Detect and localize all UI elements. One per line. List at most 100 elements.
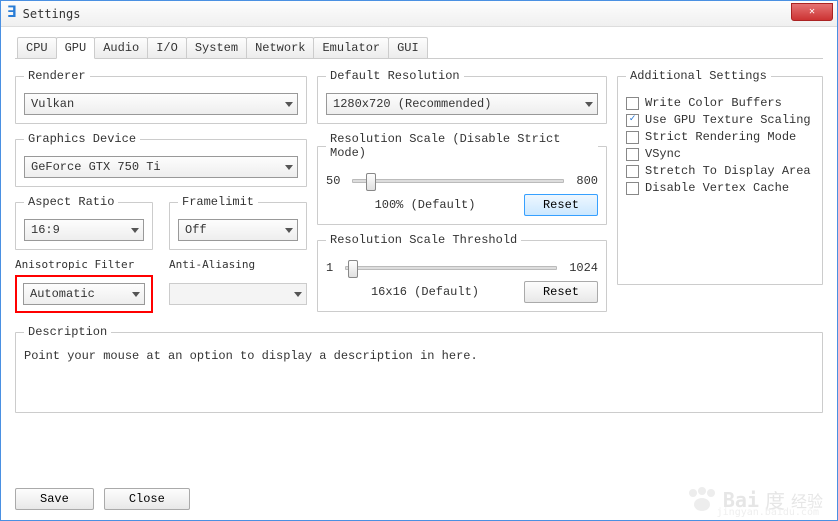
checkbox-icon xyxy=(626,165,639,178)
watermark: Bai 度 经验 jingyan.baidu.com xyxy=(687,485,823,514)
chevron-down-icon xyxy=(285,102,293,107)
aspect-ratio-value: 16:9 xyxy=(31,223,60,237)
tab-gui[interactable]: GUI xyxy=(388,37,428,58)
chk-label: Stretch To Display Area xyxy=(645,164,811,178)
aniso-value: Automatic xyxy=(30,287,95,301)
left-column: Renderer Vulkan Graphics Device GeForce … xyxy=(15,69,307,313)
window-title: Settings xyxy=(23,7,81,21)
description-label: Description xyxy=(24,325,111,339)
res-thresh-max: 1024 xyxy=(569,261,598,275)
res-thresh-slider[interactable] xyxy=(345,266,557,270)
res-thresh-value: 16x16 (Default) xyxy=(326,285,524,299)
checkbox-icon xyxy=(626,182,639,195)
res-scale-slider[interactable] xyxy=(352,179,564,183)
framelimit-group: Framelimit Off xyxy=(169,195,307,250)
graphics-device-dropdown[interactable]: GeForce GTX 750 Ti xyxy=(24,156,298,178)
settings-window: ∃ Settings ✕ CPU GPU Audio I/O System Ne… xyxy=(0,0,838,521)
checkbox-icon xyxy=(626,97,639,110)
res-scale-reset-button[interactable]: Reset xyxy=(524,194,598,216)
watermark-main: Bai xyxy=(723,488,759,512)
res-thresh-slider-row: 1 1024 xyxy=(326,261,598,275)
chk-strict-rendering[interactable]: Strict Rendering Mode xyxy=(626,130,814,144)
res-scale-slider-row: 50 800 xyxy=(326,174,598,188)
default-resolution-value: 1280x720 (Recommended) xyxy=(333,97,491,111)
watermark-accent: 度 xyxy=(765,485,785,514)
content: CPU GPU Audio I/O System Network Emulato… xyxy=(1,27,837,421)
renderer-value: Vulkan xyxy=(31,97,74,111)
chevron-down-icon xyxy=(285,165,293,170)
aspect-ratio-dropdown[interactable]: 16:9 xyxy=(24,219,144,241)
tab-cpu[interactable]: CPU xyxy=(17,37,57,58)
renderer-label: Renderer xyxy=(24,69,90,83)
watermark-sub: jingyan.baidu.com xyxy=(717,507,819,518)
renderer-dropdown[interactable]: Vulkan xyxy=(24,93,298,115)
aa-dropdown[interactable] xyxy=(169,283,307,305)
app-icon: ∃ xyxy=(7,2,17,21)
framelimit-dropdown[interactable]: Off xyxy=(178,219,298,241)
tab-gpu[interactable]: GPU xyxy=(56,37,96,59)
default-resolution-label: Default Resolution xyxy=(326,69,464,83)
middle-column: Default Resolution 1280x720 (Recommended… xyxy=(317,69,607,313)
res-scale-reset-row: 100% (Default) Reset xyxy=(326,194,598,216)
close-window-button[interactable]: ✕ xyxy=(791,3,833,21)
slider-thumb[interactable] xyxy=(366,173,376,191)
tab-network[interactable]: Network xyxy=(246,37,314,58)
chk-write-color-buffers[interactable]: Write Color Buffers xyxy=(626,96,814,110)
right-column: Additional Settings Write Color Buffers … xyxy=(617,69,823,313)
aa-label: Anti-Aliasing xyxy=(169,258,307,271)
save-button[interactable]: Save xyxy=(15,488,94,510)
additional-settings-group: Additional Settings Write Color Buffers … xyxy=(617,69,823,285)
chk-gpu-texture-scaling[interactable]: ✓ Use GPU Texture Scaling xyxy=(626,113,814,127)
graphics-device-group: Graphics Device GeForce GTX 750 Ti xyxy=(15,132,307,187)
tab-emulator[interactable]: Emulator xyxy=(313,37,389,58)
res-scale-max: 800 xyxy=(576,174,598,188)
chevron-down-icon xyxy=(131,228,139,233)
aniso-label: Anisotropic Filter xyxy=(15,258,153,271)
tab-system[interactable]: System xyxy=(186,37,247,58)
main-row: Renderer Vulkan Graphics Device GeForce … xyxy=(15,69,823,313)
checkbox-icon: ✓ xyxy=(626,114,639,127)
bottom-buttons: Save Close xyxy=(15,488,190,510)
watermark-suffix: 经验 xyxy=(791,488,823,512)
res-thresh-reset-button[interactable]: Reset xyxy=(524,281,598,303)
chk-stretch-display[interactable]: Stretch To Display Area xyxy=(626,164,814,178)
chevron-down-icon xyxy=(285,228,293,233)
chk-vsync[interactable]: VSync xyxy=(626,147,814,161)
chk-disable-vertex-cache[interactable]: Disable Vertex Cache xyxy=(626,181,814,195)
aspect-framelimit-row: Aspect Ratio 16:9 Framelimit Off xyxy=(15,195,307,250)
chevron-down-icon xyxy=(585,102,593,107)
aspect-ratio-label: Aspect Ratio xyxy=(24,195,118,209)
framelimit-value: Off xyxy=(185,223,207,237)
res-thresh-reset-row: 16x16 (Default) Reset xyxy=(326,281,598,303)
tab-io[interactable]: I/O xyxy=(147,37,187,58)
checkbox-icon xyxy=(626,148,639,161)
default-resolution-dropdown[interactable]: 1280x720 (Recommended) xyxy=(326,93,598,115)
res-scale-min: 50 xyxy=(326,174,340,188)
description-group: Description Point your mouse at an optio… xyxy=(15,325,823,413)
chk-label: Use GPU Texture Scaling xyxy=(645,113,811,127)
graphics-device-label: Graphics Device xyxy=(24,132,140,146)
aniso-dropdown[interactable]: Automatic xyxy=(23,283,145,305)
titlebar: ∃ Settings ✕ xyxy=(1,1,837,27)
aspect-ratio-group: Aspect Ratio 16:9 xyxy=(15,195,153,250)
checkbox-icon xyxy=(626,131,639,144)
chk-label: Strict Rendering Mode xyxy=(645,130,796,144)
aniso-wrapper: Anisotropic Filter Automatic xyxy=(15,258,153,313)
default-resolution-group: Default Resolution 1280x720 (Recommended… xyxy=(317,69,607,124)
tab-audio[interactable]: Audio xyxy=(94,37,148,58)
resolution-threshold-label: Resolution Scale Threshold xyxy=(326,233,521,247)
aniso-aa-row: Anisotropic Filter Automatic Anti-Aliasi… xyxy=(15,258,307,313)
description-text: Point your mouse at an option to display… xyxy=(24,349,814,363)
chk-label: Disable Vertex Cache xyxy=(645,181,789,195)
res-scale-value: 100% (Default) xyxy=(326,198,524,212)
chevron-down-icon xyxy=(294,292,302,297)
resolution-threshold-group: Resolution Scale Threshold 1 1024 16x16 … xyxy=(317,233,607,312)
chk-label: VSync xyxy=(645,147,681,161)
slider-thumb[interactable] xyxy=(348,260,358,278)
paw-icon xyxy=(687,489,717,511)
additional-settings-label: Additional Settings xyxy=(626,69,771,83)
close-button[interactable]: Close xyxy=(104,488,190,510)
aa-wrapper: Anti-Aliasing xyxy=(169,258,307,313)
resolution-scale-label: Resolution Scale (Disable Strict Mode) xyxy=(326,132,598,160)
chevron-down-icon xyxy=(132,292,140,297)
